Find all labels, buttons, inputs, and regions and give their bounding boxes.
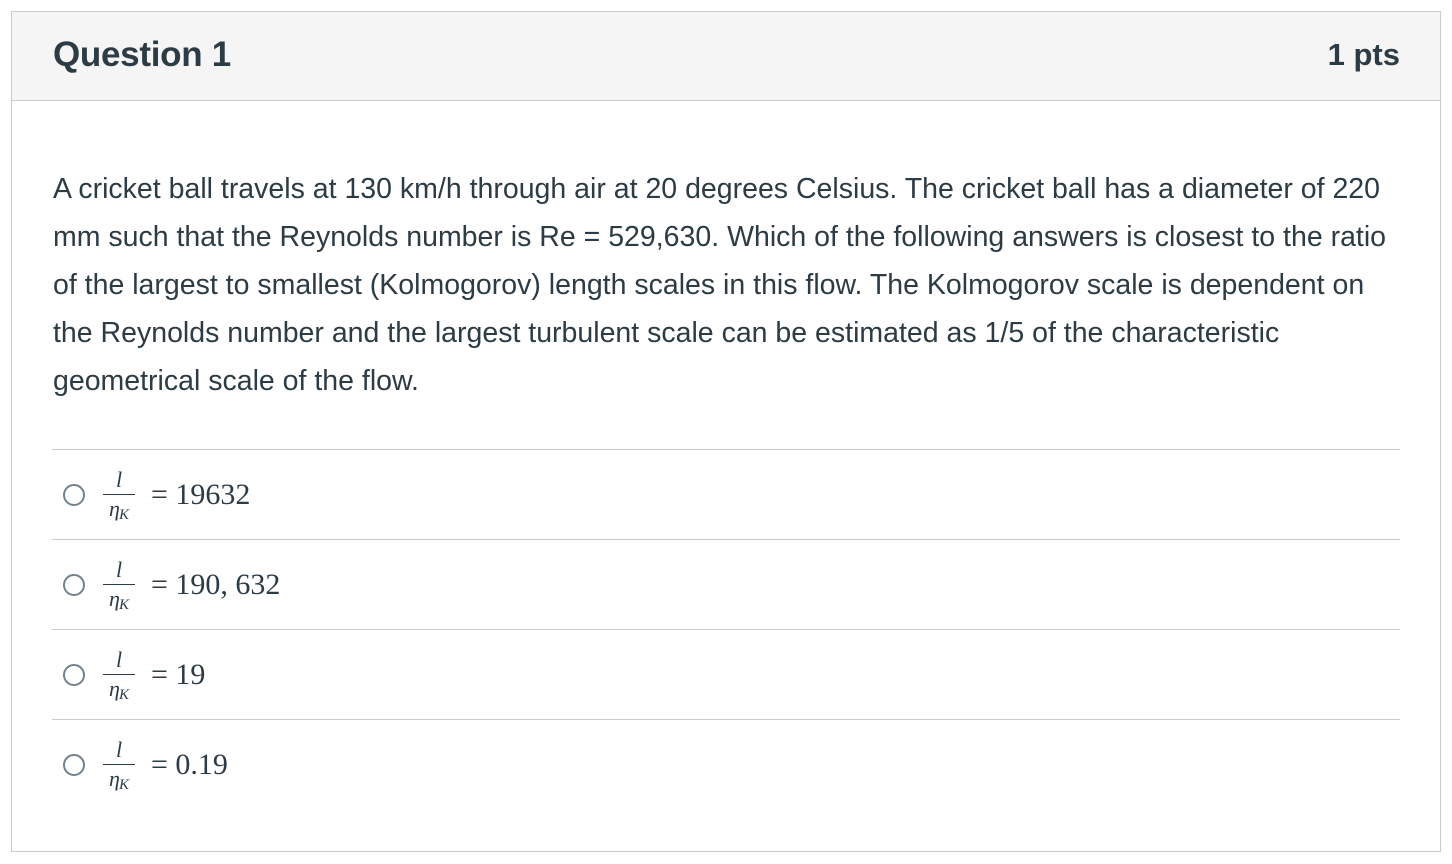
answer-option-3[interactable]: l ηK = 19	[52, 629, 1400, 719]
answer-value: = 0.19	[151, 747, 228, 781]
answer-value: = 19	[151, 657, 206, 691]
numerator: l	[115, 736, 123, 762]
answer-formula: l ηK = 19	[103, 646, 205, 704]
answer-list: l ηK = 19632 l ηK = 190, 632 l ηK = 19 l…	[52, 449, 1400, 809]
denominator: ηK	[109, 585, 129, 617]
question-text: A cricket ball travels at 130 km/h throu…	[53, 173, 1387, 397]
question-points: 1 pts	[1327, 37, 1400, 72]
fraction: l ηK	[103, 466, 135, 527]
numerator: l	[115, 646, 123, 672]
denominator-subscript: K	[118, 506, 129, 523]
numerator: l	[115, 466, 123, 492]
denominator-subscript: K	[118, 596, 129, 613]
denominator: ηK	[109, 675, 129, 707]
fraction: l ηK	[103, 556, 135, 617]
radio-button[interactable]	[63, 573, 85, 596]
denominator: ηK	[109, 765, 129, 797]
radio-button[interactable]	[63, 663, 85, 686]
answer-option-4[interactable]: l ηK = 0.19	[52, 719, 1400, 809]
fraction: l ηK	[103, 646, 135, 707]
question-header: Question 1 1 pts	[12, 12, 1440, 101]
denominator: ηK	[109, 495, 129, 527]
answer-formula: l ηK = 0.19	[103, 736, 228, 794]
numerator: l	[115, 556, 123, 582]
answer-value: = 19632	[151, 477, 251, 511]
quiz-question-card: Question 1 1 pts A cricket ball travels …	[11, 11, 1441, 852]
radio-button[interactable]	[63, 753, 85, 776]
answer-value: = 190, 632	[151, 567, 281, 601]
radio-button[interactable]	[63, 483, 85, 506]
fraction: l ηK	[103, 736, 135, 797]
denominator-subscript: K	[118, 776, 129, 793]
answer-option-2[interactable]: l ηK = 190, 632	[52, 539, 1400, 629]
denominator-subscript: K	[118, 686, 129, 703]
question-title: Question 1	[53, 35, 231, 74]
answer-formula: l ηK = 190, 632	[103, 556, 280, 614]
answer-option-1[interactable]: l ηK = 19632	[52, 449, 1400, 539]
answer-formula: l ηK = 19632	[103, 466, 250, 524]
